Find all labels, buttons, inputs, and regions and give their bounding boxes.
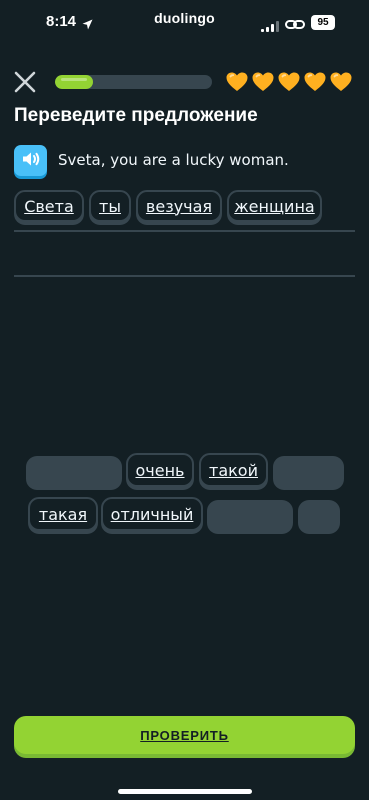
answer-word[interactable]: женщина bbox=[227, 190, 322, 222]
speaker-icon bbox=[22, 151, 40, 171]
page-title: Переведите предложение bbox=[14, 105, 258, 126]
prompt-sentence: Sveta, you are a lucky woman. bbox=[58, 151, 289, 169]
bank-word[interactable]: такая bbox=[28, 497, 98, 531]
answer-word[interactable]: ты bbox=[89, 190, 131, 222]
speaker-button[interactable] bbox=[14, 145, 47, 176]
word-slot-empty bbox=[207, 500, 293, 534]
hotspot-link-icon bbox=[285, 16, 305, 35]
answer-word[interactable]: везучая bbox=[136, 190, 222, 222]
bank-word[interactable]: такой bbox=[199, 453, 268, 487]
bank-word[interactable]: очень bbox=[126, 453, 194, 487]
cellular-signal-icon bbox=[261, 17, 279, 36]
heart-icon bbox=[303, 70, 327, 94]
answer-word[interactable]: Света bbox=[14, 190, 84, 222]
close-icon[interactable] bbox=[13, 70, 37, 94]
heart-icon bbox=[277, 70, 301, 94]
answer-line bbox=[14, 230, 355, 232]
word-slot-empty bbox=[26, 456, 122, 490]
lesson-progress-bar bbox=[55, 75, 212, 89]
word-slot-empty bbox=[273, 456, 344, 490]
battery-indicator: 95 bbox=[311, 15, 335, 30]
word-slot-empty bbox=[298, 500, 340, 534]
bank-word[interactable]: отличный bbox=[101, 497, 203, 531]
heart-icon bbox=[251, 70, 275, 94]
status-bar: 8:14 duolingo 95 bbox=[0, 0, 369, 46]
check-button[interactable]: ПРОВЕРИТЬ bbox=[14, 716, 355, 754]
home-indicator bbox=[118, 789, 252, 794]
answer-line bbox=[14, 275, 355, 277]
heart-icon bbox=[329, 70, 353, 94]
hearts-row bbox=[225, 70, 353, 96]
lesson-progress-fill bbox=[55, 75, 93, 89]
heart-icon bbox=[225, 70, 249, 94]
